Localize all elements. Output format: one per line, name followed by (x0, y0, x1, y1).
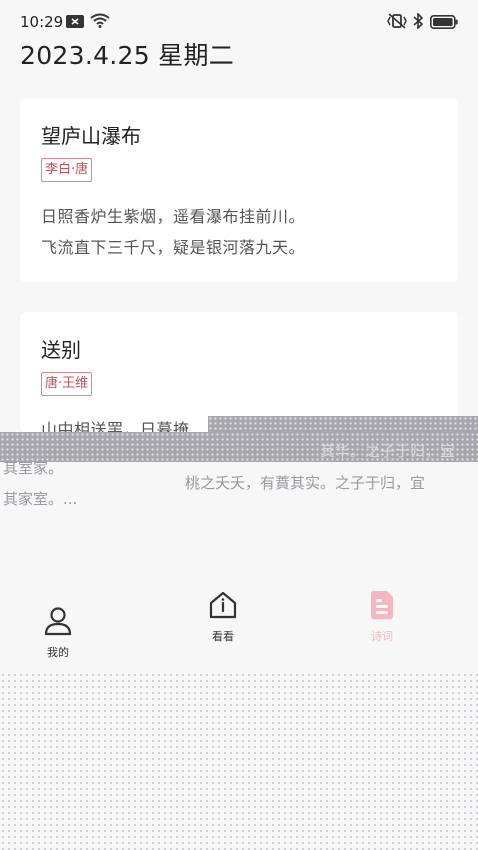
wifi-icon (90, 13, 110, 32)
nav-label: 诗词 (371, 630, 393, 643)
poem-line: 飞流直下三千尺，疑是银河落九天。 (41, 238, 306, 257)
bluetooth-icon (413, 12, 424, 33)
author-tag: 唐·王维 (41, 372, 93, 396)
poem-card[interactable]: 望庐山瀑布 李白·唐 日照香炉生紫烟，遥看瀑布挂前川。 飞流直下三千尺，疑是银河… (20, 98, 458, 282)
dotted-overlay (0, 672, 478, 850)
battery-icon (430, 14, 458, 33)
author-tag: 李白·唐 (41, 158, 93, 182)
status-time: 10:29 (20, 13, 64, 31)
ghost-text: 其家室。... (3, 490, 78, 508)
nav-item-mine[interactable]: 我的 (44, 606, 72, 660)
vibrate-icon (387, 13, 407, 33)
nav-item-look[interactable]: 看看 (208, 590, 238, 644)
ghost-text: 其华。之子于归，宜 (320, 442, 456, 460)
nav-label: 看看 (212, 630, 234, 643)
poem-card[interactable]: 送别 唐·王维 山中相送罢，日暮掩 (20, 312, 458, 432)
poem-title: 送别 (41, 338, 81, 362)
bottom-nav: 我的 看看 诗词 (0, 580, 478, 680)
ghost-text: 桃之夭夭，有蕡其实。之子于归，宜 (185, 474, 426, 492)
poem-line: 山中相送罢，日暮掩 (41, 420, 190, 432)
person-icon (44, 606, 72, 640)
nav-label: 我的 (47, 646, 69, 659)
notification-icon (66, 13, 84, 32)
page-title: 2023.4.25 星期二 (20, 41, 235, 70)
ghost-text: 其室家。 (3, 459, 64, 477)
document-icon (368, 590, 396, 624)
poem-title: 望庐山瀑布 (41, 124, 141, 148)
home-icon (208, 590, 238, 624)
nav-item-poems[interactable]: 诗词 (368, 590, 396, 644)
poem-line: 日照香炉生紫烟，遥看瀑布挂前川。 (41, 207, 306, 226)
